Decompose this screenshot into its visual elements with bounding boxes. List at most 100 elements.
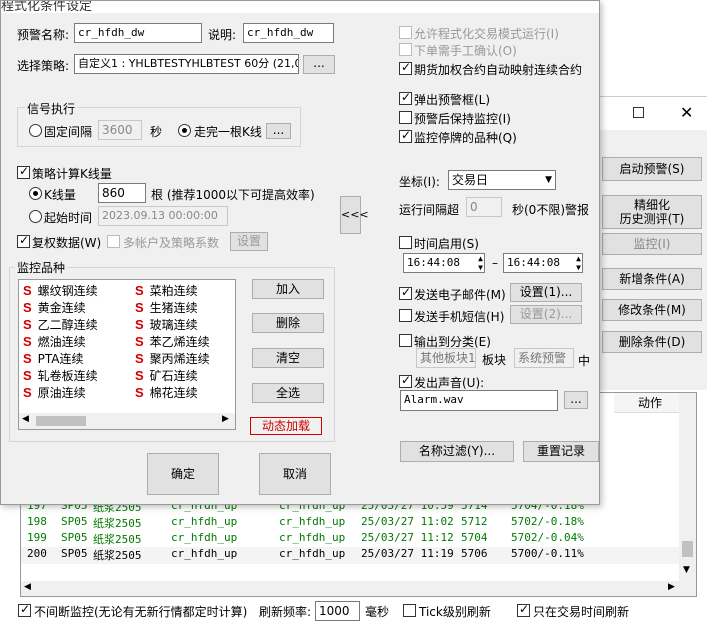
table-row[interactable]: 199 SP05 纸浆2505 cr_hfdh_up cr_hfdh_up 25/03/2… bbox=[21, 531, 696, 548]
other-board-input[interactable]: 其他板块1 bbox=[416, 348, 476, 368]
output-category-checkbox[interactable] bbox=[399, 334, 412, 347]
list-item[interactable]: S 玻璃连续 bbox=[135, 316, 198, 333]
list-item[interactable]: S 聚丙烯连续 bbox=[135, 350, 210, 367]
warning-name-input[interactable]: cr_hfdh_dw bbox=[74, 23, 202, 43]
maximize-icon[interactable] bbox=[633, 107, 644, 118]
strategy-input[interactable]: 自定义1 : YHLBTESTYHLBTEST 60分 (21,0 bbox=[74, 54, 299, 74]
cell-code: SP05 bbox=[61, 547, 88, 560]
board-label: 板块 bbox=[482, 353, 507, 367]
reset-record-button[interactable]: 重置记录 bbox=[523, 441, 599, 462]
variety-name: 聚丙烯连续 bbox=[149, 352, 210, 366]
monitor-suspended-checkbox[interactable] bbox=[399, 128, 412, 143]
multi-account-checkbox[interactable] bbox=[107, 235, 120, 248]
continuous-monitor-checkbox[interactable] bbox=[18, 602, 31, 617]
list-item[interactable]: S 黄金连续 bbox=[23, 299, 86, 316]
cancel-button[interactable]: 取消 bbox=[259, 453, 331, 495]
s-mark: S bbox=[23, 283, 32, 298]
restore-checkbox[interactable] bbox=[17, 233, 30, 248]
horizontal-scrollbar[interactable]: ◀ ▶ bbox=[21, 581, 696, 596]
scroll-thumb[interactable] bbox=[682, 541, 693, 557]
start-time-input[interactable]: 2023.09.13 00:00:00 bbox=[98, 206, 228, 226]
send-email-checkbox[interactable] bbox=[399, 285, 412, 300]
list-item[interactable]: S 螺纹钢连续 bbox=[23, 282, 98, 299]
keep-monitor-checkbox[interactable] bbox=[399, 111, 412, 124]
list-hscrollbar[interactable]: ◀ ▶ bbox=[19, 413, 235, 429]
coord-select[interactable]: 交易日 ▼ bbox=[448, 170, 556, 190]
sound-browse-button[interactable]: ... bbox=[564, 391, 588, 409]
manual-confirm-checkbox[interactable] bbox=[399, 43, 412, 56]
spin-icon[interactable]: ▲ ▼ bbox=[478, 254, 483, 272]
kline-count-radio[interactable] bbox=[29, 187, 42, 200]
list-scroll-thumb[interactable] bbox=[36, 416, 86, 426]
collapse-button[interactable]: <<< bbox=[340, 196, 369, 234]
send-sms-checkbox[interactable] bbox=[399, 309, 412, 322]
dialog-titlebar[interactable]: 程式化条件设定 bbox=[1, 1, 599, 13]
cell-code: SP05 bbox=[61, 531, 88, 544]
tick-refresh-checkbox[interactable] bbox=[403, 604, 416, 617]
scroll-left-icon[interactable]: ◀ bbox=[24, 582, 31, 592]
kline-count-input[interactable]: 860 bbox=[98, 183, 146, 203]
cell-no: 198 bbox=[27, 515, 47, 528]
trading-only-checkbox[interactable] bbox=[517, 602, 530, 617]
strategy-browse-button[interactable]: ... bbox=[303, 55, 335, 74]
dynamic-load-button[interactable]: 动态加载 bbox=[250, 417, 322, 435]
scroll-down-icon[interactable]: ▼ bbox=[683, 565, 690, 575]
close-icon[interactable]: ✕ bbox=[680, 103, 693, 122]
varieties-list[interactable]: S 螺纹钢连续 S 黄金连续 S 乙二醇连续 S 燃油连续 S PTA连续 S 轧卷板连续 S 原油连续 … bbox=[18, 279, 236, 430]
list-item[interactable]: S 燃油连续 bbox=[23, 333, 86, 350]
bar-complete-radio[interactable] bbox=[178, 124, 191, 137]
add-variety-button[interactable]: 加入 bbox=[252, 279, 324, 299]
list-item[interactable]: S 苯乙烯连续 bbox=[135, 333, 210, 350]
futures-map-checkbox[interactable] bbox=[399, 60, 412, 75]
list-scroll-right-icon[interactable]: ▶ bbox=[222, 414, 229, 424]
list-item[interactable]: S 棉花连续 bbox=[135, 384, 198, 401]
scroll-right-icon[interactable]: ▶ bbox=[668, 582, 675, 592]
ok-button[interactable]: 确定 bbox=[147, 453, 219, 495]
table-row[interactable]: 198 SP05 纸浆2505 cr_hfdh_up cr_hfdh_up 25/03/2… bbox=[21, 515, 696, 532]
list-item[interactable]: S PTA连续 bbox=[23, 350, 84, 367]
system-warning-input[interactable]: 系统预警 bbox=[514, 348, 574, 368]
delete-condition-button[interactable]: 删除条件(D) bbox=[602, 331, 702, 353]
mid-label: 中 bbox=[578, 354, 591, 368]
select-all-button[interactable]: 全选 bbox=[252, 383, 324, 403]
fixed-interval-label: 固定间隔 bbox=[44, 125, 93, 139]
run-interval-input[interactable]: 0 bbox=[466, 197, 502, 217]
list-scroll-left-icon[interactable]: ◀ bbox=[22, 414, 29, 424]
list-item[interactable]: S 菜粕连续 bbox=[135, 282, 198, 299]
multi-account-settings-button[interactable]: 设置 bbox=[230, 232, 268, 251]
list-item[interactable]: S 乙二醇连续 bbox=[23, 316, 98, 333]
desc-input[interactable]: cr_hfdh_dw bbox=[243, 23, 334, 43]
list-item[interactable]: S 原油连续 bbox=[23, 384, 86, 401]
refresh-rate-input[interactable]: 1000 bbox=[315, 601, 360, 621]
add-condition-button[interactable]: 新增条件(A) bbox=[602, 268, 702, 290]
allow-mode-checkbox[interactable] bbox=[399, 26, 412, 39]
time-enable-checkbox[interactable] bbox=[399, 236, 412, 249]
list-item[interactable]: S 生猪连续 bbox=[135, 299, 198, 316]
calc-kline-checkbox[interactable] bbox=[17, 164, 30, 179]
list-item[interactable]: S 轧卷板连续 bbox=[23, 367, 98, 384]
sound-file-input[interactable]: Alarm.wav bbox=[400, 390, 558, 411]
time-start-input[interactable]: 16:44:08 ▲ ▼ bbox=[403, 253, 485, 273]
start-time-radio[interactable] bbox=[29, 210, 42, 223]
modify-condition-button[interactable]: 修改条件(M) bbox=[602, 299, 702, 321]
monitor-button[interactable]: 监控(I) bbox=[602, 233, 702, 255]
clear-varieties-button[interactable]: 清空 bbox=[252, 348, 324, 368]
history-eval-button[interactable]: 精细化 历史测评(T) bbox=[602, 195, 702, 229]
bar-complete-button[interactable]: ... bbox=[266, 123, 291, 139]
coord-select-value: 交易日 bbox=[452, 173, 489, 187]
email-settings-button[interactable]: 设置(1)... bbox=[510, 283, 582, 302]
fixed-interval-input[interactable]: 3600 bbox=[98, 120, 142, 140]
vertical-scrollbar[interactable]: ▼ bbox=[679, 393, 696, 581]
sms-settings-button[interactable]: 设置(2)... bbox=[510, 305, 582, 324]
spin-icon[interactable]: ▲ ▼ bbox=[576, 254, 581, 272]
name-filter-button[interactable]: 名称过滤(Y)... bbox=[400, 441, 514, 462]
popup-checkbox[interactable] bbox=[399, 90, 412, 105]
sound-checkbox[interactable] bbox=[399, 373, 412, 388]
fixed-interval-radio[interactable] bbox=[29, 124, 42, 137]
popup-label: 弹出预警框(L) bbox=[414, 93, 491, 107]
delete-variety-button[interactable]: 删除 bbox=[252, 313, 324, 333]
table-row[interactable]: 200 SP05 纸浆2505 cr_hfdh_up cr_hfdh_up 25/03/2… bbox=[21, 547, 696, 564]
list-item[interactable]: S 矿石连续 bbox=[135, 367, 198, 384]
start-warning-button[interactable]: 启动预警(S) bbox=[602, 157, 702, 181]
time-end-input[interactable]: 16:44:08 ▲ ▼ bbox=[503, 253, 583, 273]
